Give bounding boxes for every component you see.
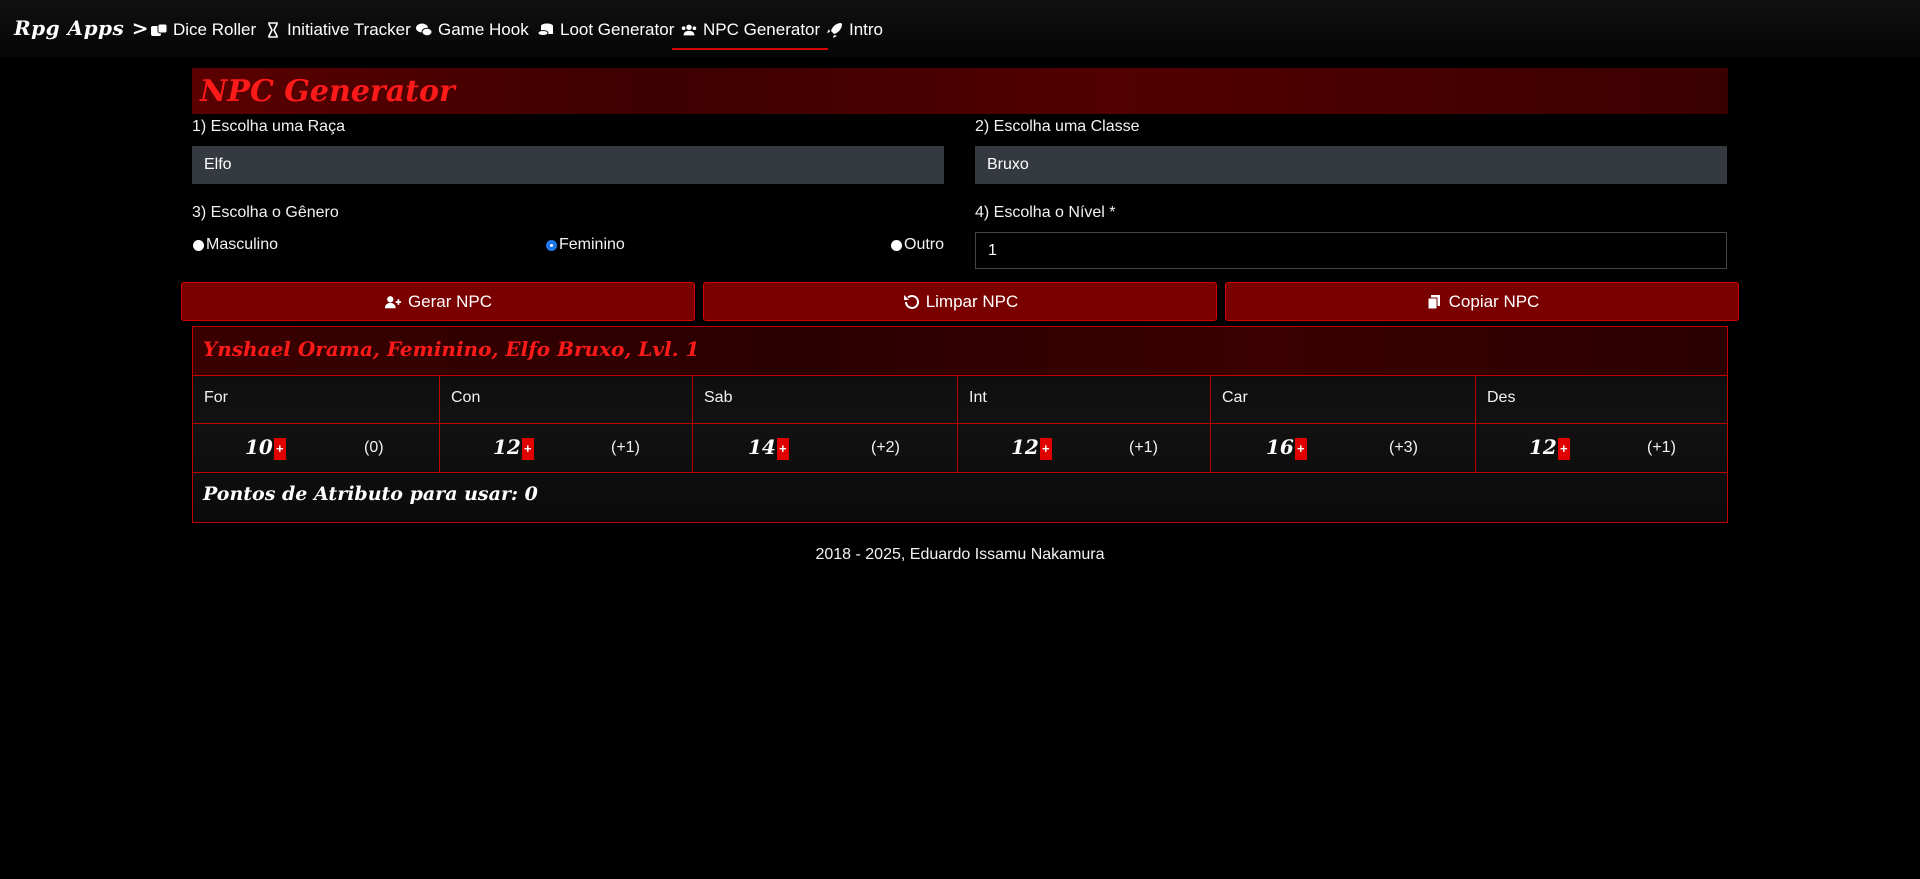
rocket-icon (827, 23, 842, 38)
page-title-banner: NPC Generator (192, 68, 1728, 114)
npc-header: Ynshael Orama, Feminino, Elfo Bruxo, Lvl… (193, 327, 1727, 376)
nav-item-label: Game Hook (438, 20, 529, 39)
attr-cell: For (193, 375, 440, 423)
nav-item-dice-roller[interactable]: Dice Roller (150, 18, 256, 42)
gender-radio-feminino[interactable]: Feminino (546, 236, 625, 254)
npc-header-text: Ynshael Orama, Feminino, Elfo Bruxo, Lvl… (203, 337, 700, 361)
nav-item-game-hook[interactable]: Game Hook (415, 18, 529, 42)
increase-attr-button[interactable]: + (776, 437, 789, 460)
nav-item-intro[interactable]: Intro (826, 18, 883, 42)
radio-button[interactable] (891, 239, 902, 251)
attr-name: Int (969, 389, 987, 406)
attr-modifier: (+3) (1389, 439, 1418, 456)
attr-cell: Car (1211, 375, 1476, 423)
attr-modifier: (+1) (611, 439, 640, 456)
coins-icon (537, 23, 553, 36)
attr-value-cell: 16 + (+3) (1211, 424, 1476, 472)
attr-value: 14 + (748, 435, 789, 460)
clear-npc-button[interactable]: Limpar NPC (703, 282, 1217, 321)
increase-attr-button[interactable]: + (1039, 437, 1052, 460)
attr-value-cell: 10 + (0) (193, 424, 440, 472)
class-label: 2) Escolha uma Classe (975, 118, 1140, 135)
npc-result-table: Ynshael Orama, Feminino, Elfo Bruxo, Lvl… (192, 326, 1728, 523)
hourglass-icon (268, 22, 278, 38)
attr-name: Des (1487, 389, 1516, 406)
button-label: Copiar NPC (1448, 291, 1540, 311)
attribute-points-text: Pontos de Atributo para usar: 0 (203, 483, 538, 505)
increase-attr-button[interactable]: + (1557, 437, 1570, 460)
attr-value: 12 + (493, 435, 534, 460)
button-label: Gerar NPC (407, 291, 493, 311)
attr-value: 10 + (245, 435, 286, 460)
attr-name: Con (451, 389, 481, 406)
attr-cell: Int (958, 375, 1211, 423)
radio-label: Feminino (559, 236, 625, 253)
level-label: 4) Escolha o Nível * (975, 204, 1116, 221)
radio-label: Masculino (206, 236, 279, 253)
attribute-names-row: For Con Sab Int Car Des (193, 375, 1727, 424)
nav-item-npc-generator[interactable]: NPC Generator (671, 18, 829, 50)
nav-item-label: Intro (849, 20, 884, 39)
attr-cell: Des (1476, 375, 1727, 423)
gender-radio-outro[interactable]: Outro (891, 236, 944, 254)
attr-modifier: (0) (364, 439, 384, 456)
copy-npc-button[interactable]: Copiar NPC (1225, 282, 1739, 321)
comments-icon (416, 23, 433, 37)
level-input[interactable]: 1 (975, 232, 1727, 269)
increase-attr-button[interactable]: + (273, 437, 286, 460)
gender-label: 3) Escolha o Gênero (192, 204, 339, 221)
dice-icon (151, 23, 168, 36)
increase-attr-button[interactable]: + (1294, 437, 1307, 460)
increase-attr-button[interactable]: + (521, 437, 534, 460)
class-select[interactable]: Bruxo (975, 146, 1727, 184)
footer-copyright: 2018 - 2025, Eduardo Issamu Nakamura (815, 546, 1105, 563)
brand-link[interactable]: Rpg Apps > (14, 16, 149, 40)
race-label: 1) Escolha uma Raça (192, 118, 345, 135)
navbar: Rpg Apps > Dice Roller Initiative Tracke… (0, 0, 1920, 57)
user-plus-icon (384, 295, 402, 308)
attr-value: 12 + (1011, 435, 1052, 460)
attr-value-cell: 12 + (+1) (440, 424, 693, 472)
radio-button[interactable] (193, 239, 204, 251)
nav-item-label: Dice Roller (173, 20, 257, 39)
undo-icon (903, 294, 919, 309)
nav-item-label: NPC Generator (703, 20, 821, 39)
radio-button-selected[interactable] (546, 239, 557, 251)
attr-cell: Con (440, 375, 693, 423)
nav-item-initiative-tracker[interactable]: Initiative Tracker (264, 18, 411, 42)
gender-radio-masculino[interactable]: Masculino (193, 236, 278, 254)
attr-modifier: (+1) (1129, 439, 1158, 456)
page-title: NPC Generator (200, 74, 455, 109)
attr-value-cell: 12 + (+1) (958, 424, 1211, 472)
attr-name: For (204, 389, 228, 406)
attr-cell: Sab (693, 375, 958, 423)
attr-name: Sab (704, 389, 733, 406)
nav-item-label: Loot Generator (560, 20, 675, 39)
generate-npc-button[interactable]: Gerar NPC (181, 282, 695, 321)
attr-modifier: (+2) (871, 439, 900, 456)
attribute-values-row: 10 + (0) 12 + (+1) 14 + (+2) 12 + (+1) 16 + (… (193, 424, 1727, 473)
copy-icon (1427, 294, 1440, 309)
attr-value-cell: 12 + (+1) (1476, 424, 1727, 472)
button-label: Limpar NPC (925, 291, 1019, 311)
nav-item-label: Initiative Tracker (287, 20, 411, 39)
race-select[interactable]: Elfo (192, 146, 944, 184)
attr-name: Car (1222, 389, 1248, 406)
attr-value: 12 + (1529, 435, 1570, 460)
attr-value-cell: 14 + (+2) (693, 424, 958, 472)
attr-value: 16 + (1266, 435, 1307, 460)
radio-label: Outro (904, 236, 945, 253)
users-icon (681, 24, 697, 36)
attr-modifier: (+1) (1647, 439, 1676, 456)
nav-item-loot-generator[interactable]: Loot Generator (537, 18, 674, 42)
